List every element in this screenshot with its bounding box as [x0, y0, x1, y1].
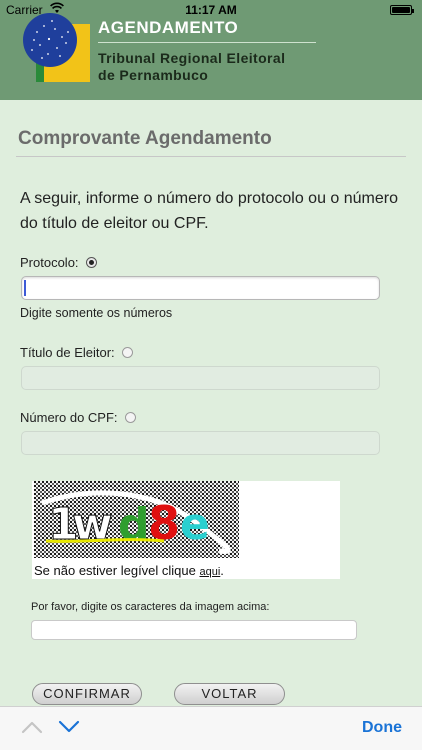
titulo-label: Título de Eleitor: [20, 345, 115, 360]
captcha-panel: 1 w d 8 e Se não estiver legível clique … [32, 481, 340, 579]
chevron-up-icon[interactable] [20, 719, 44, 735]
cpf-radio[interactable] [125, 412, 137, 423]
protocolo-radio[interactable] [86, 257, 98, 268]
intro-text: A seguir, informe o número do protocolo … [20, 190, 398, 232]
captcha-glyph-3: d [118, 499, 150, 550]
protocolo-hint: Digite somente os números [20, 306, 173, 320]
protocolo-option[interactable]: Protocolo: [20, 255, 98, 270]
cpf-input[interactable] [21, 431, 380, 455]
brand-subtitle: Tribunal Regional Eleitoral de Pernambuc… [98, 50, 285, 84]
page-title: Comprovante Agendamento [18, 128, 272, 149]
brand-subtitle-line1: Tribunal Regional Eleitoral [98, 50, 286, 66]
protocolo-label: Protocolo: [20, 255, 79, 270]
done-button[interactable]: Done [362, 719, 402, 737]
cpf-label: Número do CPF: [20, 410, 118, 425]
brand-divider [98, 42, 316, 43]
titulo-option[interactable]: Título de Eleitor: [20, 345, 134, 360]
chevron-down-icon[interactable] [57, 719, 81, 735]
captcha-glyph-4: 8 [148, 496, 180, 550]
captcha-input-label: Por favor, digite os caracteres da image… [31, 601, 270, 613]
captcha-input[interactable] [31, 620, 357, 640]
titulo-input[interactable] [21, 366, 380, 390]
captcha-unreadable-label: Se não estiver legível clique [34, 563, 200, 578]
title-divider [16, 156, 406, 157]
captcha-glyph-5: e [180, 499, 210, 550]
cpf-option[interactable]: Número do CPF: [20, 410, 137, 425]
captcha-link-suffix: . [220, 563, 224, 578]
captcha-refresh-text: Se não estiver legível clique aqui. [34, 563, 224, 578]
captcha-refresh-link[interactable]: aqui [199, 566, 220, 578]
protocolo-input[interactable] [21, 276, 380, 300]
app-header: Carrier 11:17 AM AGENDAMENTO Tribunal Re… [0, 0, 422, 100]
text-caret [24, 280, 26, 296]
tre-logo [23, 13, 90, 82]
brand-title: AGENDAMENTO [98, 18, 239, 37]
keyboard-accessory-bar: Done [0, 706, 422, 750]
back-button[interactable]: VOLTAR [174, 683, 285, 705]
captcha-image: 1 w d 8 e [34, 481, 239, 558]
battery-icon [390, 5, 414, 15]
brand-subtitle-line2: de Pernambuco [98, 67, 209, 83]
confirm-button[interactable]: CONFIRMAR [32, 683, 142, 705]
titulo-radio[interactable] [122, 347, 134, 358]
